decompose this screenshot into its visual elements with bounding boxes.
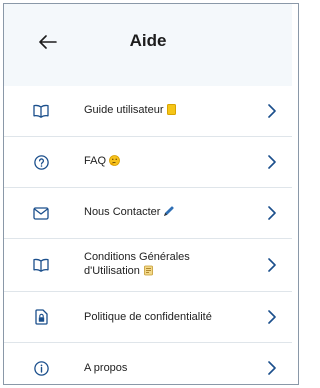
menu-item-contact[interactable]: Nous Contacter [4, 188, 292, 239]
menu-item-about[interactable]: A propos [4, 343, 292, 378]
info-icon [33, 360, 49, 376]
menu-item-label: Guide utilisateur [84, 103, 252, 119]
menu-item-faq[interactable]: FAQ [4, 137, 292, 188]
menu-item-user-guide[interactable]: Guide utilisateur [4, 86, 292, 137]
header: Aide [4, 4, 292, 76]
chevron-right-icon [266, 154, 278, 170]
help-menu-list: Guide utilisateur FAQ Nous Contacter Con… [4, 86, 292, 378]
chevron-right-icon [266, 309, 278, 325]
mail-icon [33, 205, 49, 221]
menu-item-label: Nous Contacter [84, 205, 252, 221]
scroll-emoji [143, 265, 154, 280]
pencil-emoji [163, 206, 175, 221]
menu-item-privacy-policy[interactable]: Politique de confidentialité [4, 292, 292, 343]
book-icon [33, 257, 49, 273]
menu-item-label: Conditions Générales d'Utilisation [84, 250, 252, 280]
notebook-emoji [166, 104, 176, 119]
book-icon [33, 103, 49, 119]
page-title: Aide [129, 31, 167, 50]
menu-item-label: FAQ [84, 154, 252, 170]
help-screen: Aide Guide utilisateur FAQ Nous Contacte… [4, 4, 292, 378]
menu-item-terms[interactable]: Conditions Générales d'Utilisation [4, 239, 292, 292]
chevron-right-icon [266, 257, 278, 273]
menu-item-label: Politique de confidentialité [84, 311, 212, 323]
chevron-right-icon [266, 205, 278, 221]
help-circle-icon [33, 154, 49, 170]
menu-item-label: A propos [84, 362, 128, 374]
lock-document-icon [33, 309, 49, 325]
thinking-face-emoji [109, 155, 120, 170]
chevron-right-icon [266, 360, 278, 376]
chevron-right-icon [266, 103, 278, 119]
